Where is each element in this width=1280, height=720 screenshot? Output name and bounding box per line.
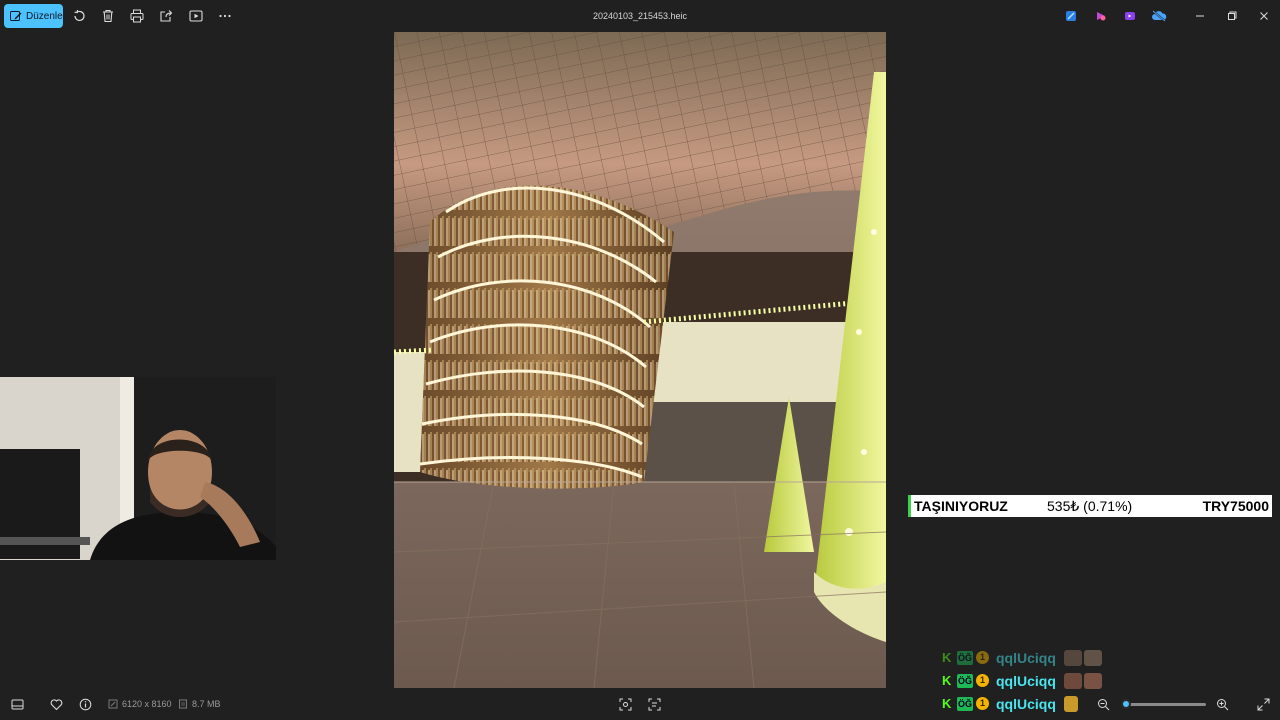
- ticker-change: 535₺ (0.71%): [1047, 497, 1133, 514]
- video-editor-app-icon[interactable]: [1122, 8, 1138, 24]
- fullscreen-button[interactable]: [1254, 696, 1272, 712]
- print-button[interactable]: [126, 5, 148, 27]
- library-interior-photo: [394, 32, 886, 688]
- file-info-button[interactable]: [76, 696, 94, 712]
- ellipsis-icon: [219, 14, 231, 18]
- emote-icon: [1083, 649, 1102, 666]
- file-size-text: 8.7 MB: [192, 699, 221, 709]
- printer-icon: [130, 9, 144, 23]
- play-icon: [189, 10, 203, 22]
- ticker-label: TAŞINIYORUZ: [914, 498, 1008, 514]
- photo-editor-app-icon[interactable]: [1063, 8, 1079, 24]
- zoom-slider[interactable]: [1121, 699, 1206, 709]
- zoom-slider-thumb[interactable]: [1121, 699, 1131, 709]
- dimensions-text: 6120 x 8160: [122, 699, 172, 709]
- chat-username: qqlUciqq: [996, 672, 1056, 689]
- onedrive-cloud-icon[interactable]: [1151, 8, 1167, 24]
- zoom-out-icon: [1097, 698, 1109, 710]
- emote-icon: [1063, 649, 1082, 666]
- pencil-image-icon: [10, 11, 22, 21]
- rotate-button[interactable]: [68, 5, 90, 27]
- expand-icon: [1257, 698, 1269, 710]
- maximize-button[interactable]: [1220, 6, 1244, 26]
- kick-badge-icon: K: [942, 672, 952, 688]
- filmstrip-icon: [11, 699, 23, 709]
- clipchamp-app-icon[interactable]: [1093, 8, 1109, 24]
- scan-text-icon: [648, 698, 660, 710]
- share-icon: [160, 10, 173, 22]
- coin-badge-icon: 1: [976, 651, 989, 664]
- chat-username: qqlUciqq: [996, 649, 1056, 666]
- minimize-button[interactable]: [1188, 6, 1212, 26]
- share-button[interactable]: [155, 5, 177, 27]
- storage-icon: [179, 699, 187, 709]
- donation-goal-ticker: TAŞINIYORUZ 535₺ (0.71%) TRY75000: [908, 495, 1272, 517]
- close-button[interactable]: [1252, 6, 1276, 26]
- file-title: 20240103_215453.heic: [592, 11, 688, 21]
- edit-button-label: Düzenle: [26, 10, 63, 22]
- webcam-overlay: [0, 377, 276, 560]
- trash-icon: [103, 9, 113, 23]
- visual-search-icon: [619, 698, 631, 710]
- more-options-button[interactable]: [214, 5, 236, 27]
- restore-icon: [1228, 11, 1237, 20]
- emote-icon: [1063, 672, 1082, 689]
- info-icon: [79, 698, 91, 710]
- image-dimensions: 6120 x 8160: [108, 699, 172, 709]
- text-scan-button[interactable]: [645, 696, 663, 712]
- image-size-icon: [108, 699, 118, 709]
- delete-button[interactable]: [97, 5, 119, 27]
- top-toolbar: Düzenle 20240103_215453.heic: [0, 0, 1280, 32]
- file-size: 8.7 MB: [178, 699, 221, 709]
- emote-icon: [1083, 672, 1102, 689]
- ticker-goal: TRY75000: [1202, 498, 1269, 514]
- coin-badge-icon: 1: [976, 674, 989, 687]
- visual-search-button[interactable]: [616, 696, 634, 712]
- og-badge-icon: ÖĞ: [957, 673, 973, 688]
- minimize-icon: [1196, 15, 1204, 17]
- slideshow-button[interactable]: [185, 5, 207, 27]
- edit-button[interactable]: Düzenle: [4, 4, 63, 28]
- close-icon: [1260, 12, 1268, 20]
- zoom-in-icon: [1216, 698, 1228, 710]
- streamer-webcam-feed: [0, 377, 276, 560]
- favorite-button[interactable]: [47, 696, 65, 712]
- zoom-in-button[interactable]: [1213, 696, 1231, 712]
- rotate-icon: [74, 9, 85, 22]
- kick-badge-icon: K: [942, 649, 952, 665]
- og-badge-icon: ÖĞ: [957, 650, 973, 665]
- chat-message: K ÖĞ 1 qqlUciqq: [942, 646, 1142, 669]
- heart-icon: [50, 698, 62, 710]
- filmstrip-toggle-button[interactable]: [8, 696, 26, 712]
- zoom-out-button[interactable]: [1094, 696, 1112, 712]
- photo-viewer-image[interactable]: [394, 32, 886, 688]
